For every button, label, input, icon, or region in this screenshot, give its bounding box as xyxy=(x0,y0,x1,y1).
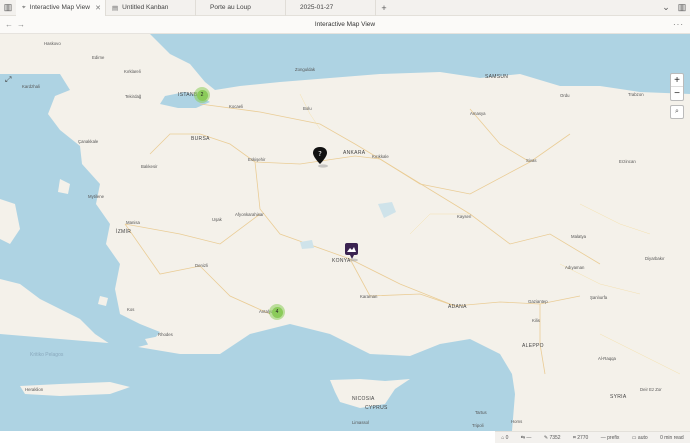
city-label: Erzincan xyxy=(619,159,636,164)
city-label: Tripoli xyxy=(472,423,484,428)
city-label: Kocaeli xyxy=(229,104,244,109)
city-label: Afyonkarahisar xyxy=(235,212,264,217)
prefix-status[interactable]: — prefix xyxy=(601,435,620,441)
search-location-icon[interactable]: ⌕ xyxy=(670,105,684,119)
city-label: Denizli xyxy=(195,263,208,268)
city-label: Şanlıurfa xyxy=(590,295,608,300)
city-label: Kayseri xyxy=(457,214,472,219)
city-label: Mytilene xyxy=(88,194,105,199)
city-label: Deir Ez Zor xyxy=(640,387,662,392)
city-label: İZMİR xyxy=(116,229,132,235)
backlinks-status[interactable]: ⌂ 0 xyxy=(501,435,508,441)
sidebar-toggle-icon[interactable]: ▥ xyxy=(0,0,16,16)
tab-interactive-map-view[interactable]: ⌖ Interactive Map View ✕ xyxy=(16,0,106,16)
city-label: Çanakkale xyxy=(78,139,99,144)
tab-untitled-kanban[interactable]: ▤ Untitled Kanban xyxy=(106,0,196,16)
close-icon[interactable]: ✕ xyxy=(95,4,101,12)
city-label: Karaman xyxy=(360,294,378,299)
view-title: Interactive Map View xyxy=(314,21,376,28)
tab-label: Interactive Map View xyxy=(29,4,90,11)
mode-status[interactable]: ▭ auto xyxy=(632,435,648,441)
tab-label: Untitled Kanban xyxy=(122,4,169,11)
sea-label: Kritiko Pelagos xyxy=(30,352,64,358)
character-count: ⌗ 2770 xyxy=(572,434,589,441)
map-pin-icon: ⌖ xyxy=(22,3,26,11)
zoom-control: + − xyxy=(670,73,684,101)
more-options-icon[interactable]: ··· xyxy=(673,20,684,29)
chevron-down-icon[interactable]: ⌄ xyxy=(658,0,674,16)
city-label: Kırklareli xyxy=(124,69,141,74)
city-label: Kos xyxy=(127,307,135,312)
city-label: Edirne xyxy=(92,55,105,60)
city-label: Homs xyxy=(511,419,523,424)
city-label: Rhodes xyxy=(158,332,173,337)
city-label: Bolu xyxy=(303,106,312,111)
zoom-in-button[interactable]: + xyxy=(671,74,683,87)
city-label: Heraklion xyxy=(25,387,44,392)
new-tab-icon[interactable]: + xyxy=(376,3,392,13)
city-label: Uşak xyxy=(212,217,222,222)
status-bar: ⌂ 0 ⇆ — ✎ 7352 ⌗ 2770 — prefix ▭ auto 0 … xyxy=(495,431,690,443)
tab-label: 2025-01-27 xyxy=(300,4,334,11)
city-label: BURSA xyxy=(191,136,210,142)
city-label: Kırıkkale xyxy=(372,154,389,159)
map-base xyxy=(0,34,690,431)
kanban-icon: ▤ xyxy=(112,4,119,12)
city-label: SYRIA xyxy=(610,394,627,400)
city-label: Limassol xyxy=(352,420,369,425)
photo-marker-icon[interactable] xyxy=(344,243,360,263)
fullscreen-icon[interactable]: ⤢ xyxy=(5,75,11,85)
city-label: ANKARA xyxy=(343,150,366,156)
city-label: Manisa xyxy=(126,220,140,225)
city-label: Amasya xyxy=(470,111,486,116)
city-label: Sivas xyxy=(526,158,537,163)
tab-2025-01-27[interactable]: 2025-01-27 xyxy=(286,0,376,16)
outlinks-status[interactable]: ⇆ — xyxy=(521,435,532,441)
city-label: Tekirdağ xyxy=(125,94,142,99)
city-label: Diyarbakır xyxy=(645,256,665,261)
city-label: Gaziantep xyxy=(528,299,548,304)
marker-cluster[interactable]: 2 xyxy=(194,87,210,103)
city-label: Al-Raqqa xyxy=(598,356,616,361)
city-label: CYPRUS xyxy=(365,405,388,411)
map-canvas[interactable]: Haskovo Edirne Kırklareli Kardzhali Teki… xyxy=(0,34,690,431)
city-label: NICOSIA xyxy=(352,396,375,402)
city-label: ADANA xyxy=(448,304,467,310)
city-label: Malatya xyxy=(571,234,587,239)
tab-porte-au-loup[interactable]: Porte au Loup xyxy=(196,0,286,16)
city-label: Adıyaman xyxy=(565,265,585,270)
word-count: ✎ 7352 xyxy=(543,434,561,441)
city-label: Eskişehir xyxy=(248,157,266,162)
marker-label: ? xyxy=(318,150,322,158)
city-label: Balıkesir xyxy=(141,164,158,169)
city-label: ALEPPO xyxy=(522,343,544,349)
marker-cluster[interactable]: 4 xyxy=(269,304,285,320)
city-label: Ordu xyxy=(560,93,570,98)
question-marker-icon[interactable]: ? xyxy=(312,147,328,169)
view-header: ← → Interactive Map View ··· xyxy=(0,16,690,34)
city-label: SAMSUN xyxy=(485,74,509,80)
right-sidebar-toggle-icon[interactable]: ▥ xyxy=(674,0,690,16)
tab-bar: ▥ ⌖ Interactive Map View ✕ ▤ Untitled Ka… xyxy=(0,0,690,16)
read-time: 0 min read xyxy=(660,434,684,441)
city-label: Zonguldak xyxy=(295,67,316,72)
city-label: Tartus xyxy=(475,410,487,415)
zoom-out-button[interactable]: − xyxy=(671,87,683,100)
city-label: Trabzon xyxy=(628,92,644,97)
city-label: Kardzhali xyxy=(22,84,40,89)
city-label: Kilis xyxy=(532,318,540,323)
city-label: Haskovo xyxy=(44,41,61,46)
tab-label: Porte au Loup xyxy=(210,4,251,11)
